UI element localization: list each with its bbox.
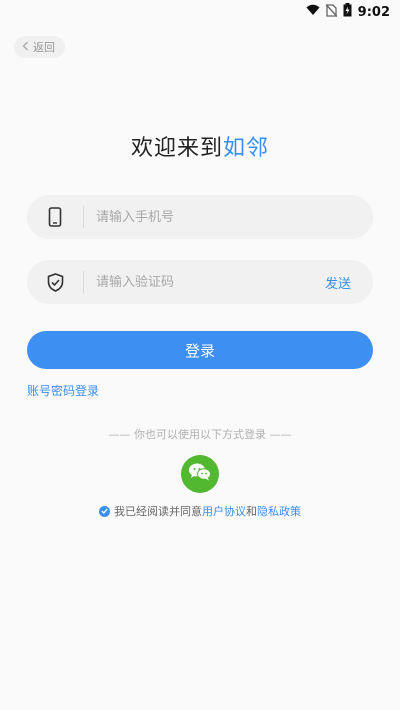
status-time: 9:02 [357, 4, 390, 20]
wifi-icon [306, 4, 320, 20]
status-bar: 9:02 [0, 0, 400, 24]
field-separator [83, 271, 84, 293]
code-field: 发送 [27, 260, 373, 304]
battery-icon [343, 3, 352, 21]
back-label: 返回 [33, 41, 55, 54]
chevron-left-icon [22, 41, 29, 54]
agreement-row: 我已经阅读并同意用户协议和隐私政策 [0, 503, 400, 519]
back-button[interactable]: 返回 [14, 36, 65, 58]
wechat-login-button[interactable] [181, 455, 219, 493]
agreement-prefix: 我已经阅读并同意 [114, 505, 202, 518]
agreement-and: 和 [246, 505, 257, 518]
login-button[interactable]: 登录 [27, 331, 373, 369]
code-input[interactable] [96, 274, 325, 290]
field-separator [83, 206, 84, 228]
send-code-button[interactable]: 发送 [325, 273, 373, 292]
other-login-methods-label: —— 你也可以使用以下方式登录 —— [108, 428, 292, 441]
no-sim-icon [325, 3, 338, 21]
user-agreement-link[interactable]: 用户协议 [202, 505, 246, 518]
page-title: 欢迎来到如邻 [0, 130, 400, 162]
shield-check-icon [27, 272, 83, 292]
wechat-icon [188, 462, 212, 486]
agree-checkbox[interactable] [99, 505, 110, 517]
brand-name: 如邻 [223, 136, 270, 161]
password-login-link[interactable]: 账号密码登录 [27, 382, 99, 399]
welcome-prefix: 欢迎来到 [130, 136, 223, 161]
privacy-policy-link[interactable]: 隐私政策 [257, 505, 301, 518]
phone-icon [27, 207, 83, 227]
phone-input[interactable] [96, 209, 373, 225]
phone-field [27, 195, 373, 239]
